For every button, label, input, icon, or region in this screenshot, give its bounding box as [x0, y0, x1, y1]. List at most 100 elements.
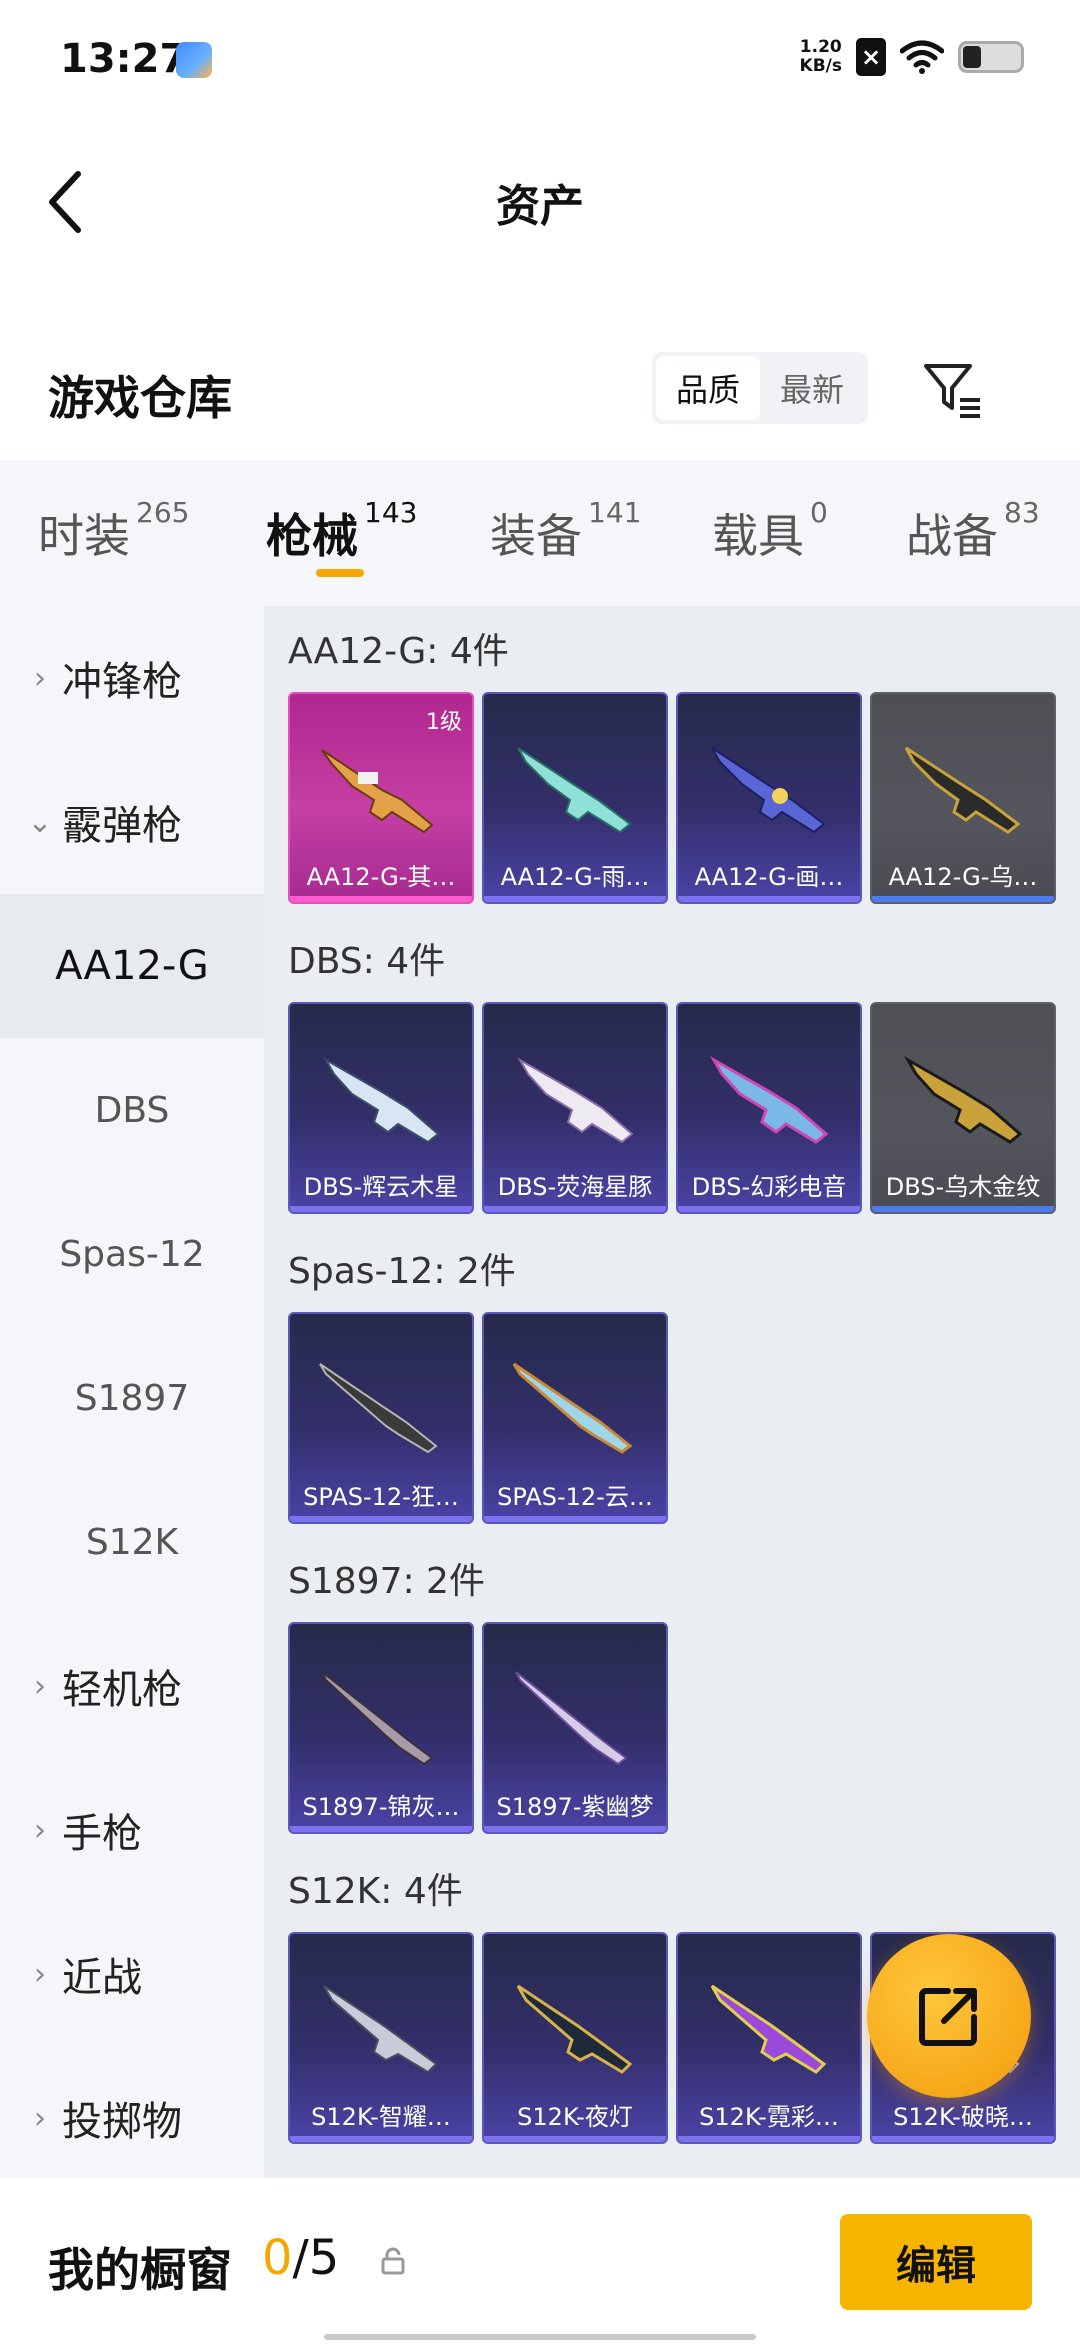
item-card[interactable]: DBS-幻彩电音	[676, 1002, 862, 1214]
group-title: AA12-G: 4件	[288, 631, 509, 672]
item-card[interactable]: SPAS-12-狂…	[288, 1312, 474, 1524]
sidebar-sub-aa12g[interactable]: AA12-G	[0, 894, 264, 1038]
filter-button[interactable]	[920, 356, 986, 422]
item-name: DBS-荧海星豚	[497, 1173, 653, 1201]
shotgun-skin-image	[319, 1363, 438, 1454]
item-name: S12K-破晓…	[893, 2103, 1033, 2131]
item-card[interactable]: SPAS-12-云…	[482, 1312, 668, 1524]
rarity-bar	[484, 896, 666, 902]
item-card[interactable]: AA12-G-乌…	[870, 692, 1056, 904]
item-card[interactable]: 1级 AA12-G-其…	[288, 692, 474, 904]
edit-button[interactable]: 编辑	[840, 2214, 1032, 2310]
sim-off-icon: ×	[856, 38, 886, 76]
shotgun-skin-image	[515, 1671, 628, 1766]
rarity-bar	[678, 1206, 860, 1212]
app-notification-icon	[176, 42, 212, 78]
status-time: 13:27	[60, 36, 188, 82]
chevron-right-icon: ›	[34, 1956, 46, 1992]
chevron-right-icon: ›	[34, 2100, 46, 2136]
item-card[interactable]: DBS-荧海星豚	[482, 1002, 668, 1214]
item-card[interactable]: S12K-霓彩…	[676, 1932, 862, 2144]
battery-icon	[958, 41, 1024, 73]
home-indicator	[324, 2334, 756, 2340]
tab-label: 时装	[38, 509, 130, 563]
shotgun-skin-image	[321, 749, 434, 834]
item-card[interactable]: S1897-紫幽梦	[482, 1622, 668, 1834]
sidebar-item-label: S12K	[85, 1521, 179, 1563]
warehouse-title: 游戏仓库	[48, 371, 232, 425]
item-name: DBS-幻彩电音	[691, 1173, 847, 1201]
item-group-aa12g: AA12-G: 4件 1级 AA12-G-其… AA12-G-雨… AA12-G…	[288, 624, 1068, 904]
tab-count: 83	[1004, 496, 1040, 529]
sidebar-item-label: 手枪	[62, 1811, 142, 1857]
lock-icon	[381, 2247, 405, 2275]
sort-toggle: 品质 最新	[652, 352, 868, 424]
item-name: S12K-霓彩…	[699, 2103, 839, 2131]
sort-quality-button[interactable]: 品质	[656, 356, 760, 420]
sidebar-item-shotgun[interactable]: ⌄ 霰弹枪	[0, 750, 264, 894]
sidebar-item-label: 轻机枪	[62, 1667, 182, 1713]
item-name: AA12-G-雨…	[500, 863, 650, 891]
tab-firearms[interactable]: 枪械 143	[266, 496, 417, 566]
item-card[interactable]: DBS-乌木金纹	[870, 1002, 1056, 1214]
sidebar-item-throwable[interactable]: › 投掷物	[0, 2046, 264, 2190]
tab-label: 战备	[906, 509, 998, 563]
tab-count: 141	[588, 496, 642, 529]
rarity-bar	[484, 2136, 666, 2142]
sidebar-sub-dbs[interactable]: DBS	[0, 1038, 264, 1182]
rarity-bar	[872, 1206, 1054, 1212]
item-card[interactable]: AA12-G-雨…	[482, 692, 668, 904]
sidebar-item-smg[interactable]: › 冲锋枪	[0, 606, 264, 750]
net-speed-value: 1.20	[799, 37, 842, 57]
sidebar-item-label: 投掷物	[62, 2099, 182, 2145]
item-group-dbs: DBS: 4件 DBS-辉云木星 DBS-荧海星豚 DBS-幻彩电音 DBS-乌…	[288, 934, 1068, 1214]
item-group-spas12: Spas-12: 2件 SPAS-12-狂… SPAS-12-云…	[288, 1244, 1068, 1524]
rarity-bar	[678, 896, 860, 902]
item-name: AA12-G-乌…	[888, 863, 1038, 891]
active-tab-indicator	[316, 569, 364, 577]
rarity-bar	[872, 896, 1054, 902]
showcase-bar: 我的橱窗 0/5 编辑	[0, 2178, 1080, 2344]
item-name: S12K-智耀…	[311, 2103, 451, 2131]
chevron-right-icon: ›	[34, 1668, 46, 1704]
showcase-count: 0/5	[262, 2230, 339, 2286]
share-export-icon	[919, 1988, 977, 2046]
tab-vehicles[interactable]: 载具 0	[712, 496, 828, 566]
rarity-bar	[290, 896, 472, 902]
sidebar-item-label: 霰弹枪	[62, 803, 182, 849]
sort-newest-button[interactable]: 最新	[760, 356, 864, 420]
tab-count: 265	[136, 496, 190, 529]
net-speed-unit: KB/s	[799, 56, 842, 76]
shotgun-skin-image	[321, 1671, 434, 1766]
item-card[interactable]: S1897-锦灰…	[288, 1622, 474, 1834]
item-card[interactable]: S12K-智耀…	[288, 1932, 474, 2144]
status-bar: 13:27 1.20 KB/s ×	[0, 0, 1080, 120]
tab-fashion[interactable]: 时装 265	[38, 496, 189, 566]
chevron-right-icon: ›	[34, 1812, 46, 1848]
group-title: S12K: 4件	[288, 1871, 463, 1912]
sidebar-item-melee[interactable]: › 近战	[0, 1902, 264, 2046]
share-button[interactable]	[867, 1934, 1031, 2098]
sidebar-item-pistol[interactable]: › 手枪	[0, 1758, 264, 1902]
sidebar-item-lmg[interactable]: › 轻机枪	[0, 1614, 264, 1758]
sidebar-sub-spas12[interactable]: Spas-12	[0, 1182, 264, 1326]
weapon-type-sidebar: › 冲锋枪 ⌄ 霰弹枪 AA12-G DBS Spas-12 S1897 S12…	[0, 606, 264, 2178]
sidebar-sub-s12k[interactable]: S12K	[0, 1470, 264, 1614]
tab-equipment[interactable]: 装备 141	[490, 496, 641, 566]
shotgun-skin-image	[323, 1985, 438, 2074]
sidebar-item-label: Spas-12	[59, 1233, 205, 1275]
category-tabs: 时装 265 枪械 143 装备 141 载具 0 战备 83	[0, 460, 1080, 606]
item-card[interactable]: DBS-辉云木星	[288, 1002, 474, 1214]
rarity-bar	[484, 1516, 666, 1522]
item-name: DBS-乌木金纹	[885, 1173, 1041, 1201]
shotgun-skin-image	[323, 1057, 440, 1144]
tab-count: 143	[364, 496, 418, 529]
tab-supplies[interactable]: 战备 83	[906, 496, 1040, 566]
shotgun-skin-image	[517, 1057, 634, 1144]
sidebar-sub-s1897[interactable]: S1897	[0, 1326, 264, 1470]
net-speed: 1.20 KB/s	[800, 38, 842, 76]
item-card[interactable]: S12K-夜灯	[482, 1932, 668, 2144]
tab-count: 0	[810, 496, 828, 529]
item-name: AA12-G-其…	[306, 863, 456, 891]
item-card[interactable]: AA12-G-画…	[676, 692, 862, 904]
